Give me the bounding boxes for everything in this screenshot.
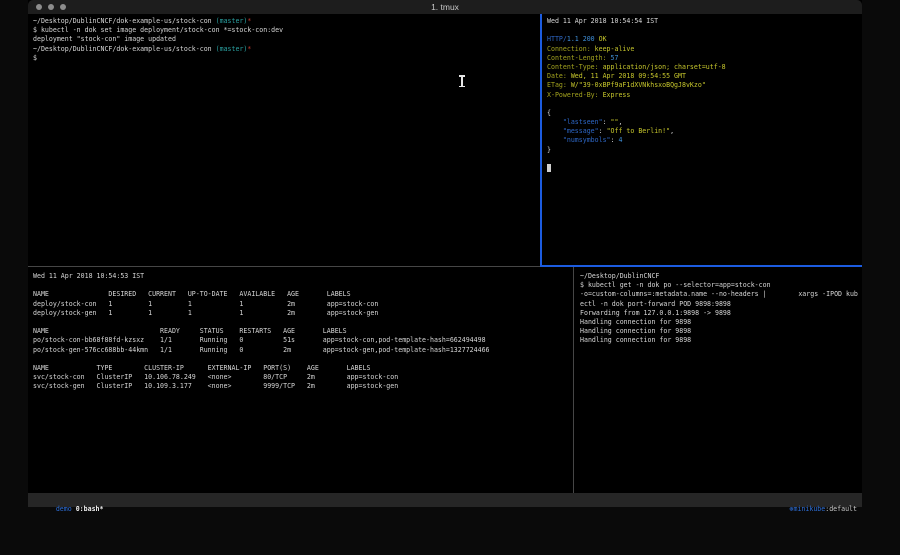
pane-border-vertical-bottom [573,267,574,493]
terminal-line: Forwarding from 127.0.0.1:9898 -> 9898 [580,309,862,318]
terminal-line [33,281,573,290]
terminal-line: "message": "Off to Berlin!", [547,127,862,136]
pane-border-horizontal-right-active [540,265,862,267]
terminal-line: X-Powered-By: Express [547,91,862,100]
window-title: 1. tmux [28,2,862,12]
terminal-line: } [547,146,862,155]
terminal-line: Wed 11 Apr 2018 10:54:53 IST [33,272,573,281]
mouse-ibeam-cursor [458,75,465,87]
terminal-line: "lastseen": "", [547,118,862,127]
terminal-line [33,355,573,364]
terminal-line: "numsymbols": 4 [547,136,862,145]
terminal-line: svc/stock-con ClusterIP 10.106.78.249 <n… [33,373,573,382]
pane-border-vertical-top-active [540,14,542,266]
terminal-line: Handling connection for 9898 [580,327,862,336]
terminal-line: ~/Desktop/DublinCNCF/dok-example-us/stoc… [33,45,540,54]
title-bar: 1. tmux [28,0,862,14]
terminal-line: ~/Desktop/DublinCNCF/dok-example-us/stoc… [33,17,540,26]
terminal-line: Handling connection for 9898 [580,336,862,345]
pane-http-response[interactable]: Wed 11 Apr 2018 10:54:54 IST HTTP/1.1 20… [542,14,862,266]
window-item-bash[interactable]: 0:bash* [76,505,104,513]
terminal-line: NAME READY STATUS RESTARTS AGE LABELS [33,327,573,336]
terminal-line: Content-Length: 57 [547,54,862,63]
kube-namespace: :default [825,505,857,513]
terminal-line: deploy/stock-gen 1 1 1 1 2m app=stock-ge… [33,309,573,318]
terminal-line: Connection: keep-alive [547,45,862,54]
session-name: demo [56,505,72,513]
terminal-line [547,100,862,109]
terminal-line: -o=custom-columns=:metadata.name --no-he… [580,290,862,299]
pane-border-horizontal-left [28,266,540,267]
terminal-line: NAME TYPE CLUSTER-IP EXTERNAL-IP PORT(S)… [33,364,573,373]
terminal-line: po/stock-con-bb68f88fd-kzsxz 1/1 Running… [33,336,573,345]
tmux-status-bar: demo 0:bash* ⊛minikube:default [28,493,862,507]
status-left: demo 0:bash* [28,495,104,504]
pane-kubectl-set-image[interactable]: ~/Desktop/DublinCNCF/dok-example-us/stoc… [28,14,540,266]
terminal-line [33,318,573,327]
terminal-line: ETag: W/"39-0xBPf9aF1dXVNkhsxoBQgJ8vKzo" [547,81,862,90]
terminal-line: Wed 11 Apr 2018 10:54:54 IST [547,17,862,26]
terminal-line: Content-Type: application/json; charset=… [547,63,862,72]
pane-port-forward[interactable]: ~/Desktop/DublinCNCF$ kubectl get -n dok… [575,268,862,493]
terminal-line [547,26,862,35]
pane-kubectl-get-watch[interactable]: Wed 11 Apr 2018 10:54:53 IST NAME DESIRE… [28,268,573,493]
terminal-line: deploy/stock-con 1 1 1 1 2m app=stock-co… [33,300,573,309]
terminal-line: ~/Desktop/DublinCNCF [580,272,862,281]
terminal-line [547,164,862,173]
terminal-line: NAME DESIRED CURRENT UP-TO-DATE AVAILABL… [33,290,573,299]
terminal-line: $ [33,54,540,63]
kube-context: minikube [793,505,825,513]
terminal-line: $ kubectl get -n dok po --selector=app=s… [580,281,862,290]
terminal-line: Date: Wed, 11 Apr 2018 09:54:55 GMT [547,72,862,81]
terminal-line: po/stock-gen-576cc688bb-44kmn 1/1 Runnin… [33,346,573,355]
terminal-window: 1. tmux ~/Desktop/DublinCNCF/dok-example… [28,0,862,507]
terminal-line: { [547,109,862,118]
terminal-line: svc/stock-gen ClusterIP 10.109.3.177 <no… [33,382,573,391]
terminal-line [547,155,862,164]
terminal-line: ectl -n dok port-forward POD 9898:9898 [580,300,862,309]
terminal-line: $ kubectl -n dok set image deployment/st… [33,26,540,35]
terminal-line: deployment "stock-con" image updated [33,35,540,44]
terminal-line: HTTP/1.1 200 OK [547,35,862,44]
terminal-line: Handling connection for 9898 [580,318,862,327]
status-right: ⊛minikube:default [766,495,862,504]
